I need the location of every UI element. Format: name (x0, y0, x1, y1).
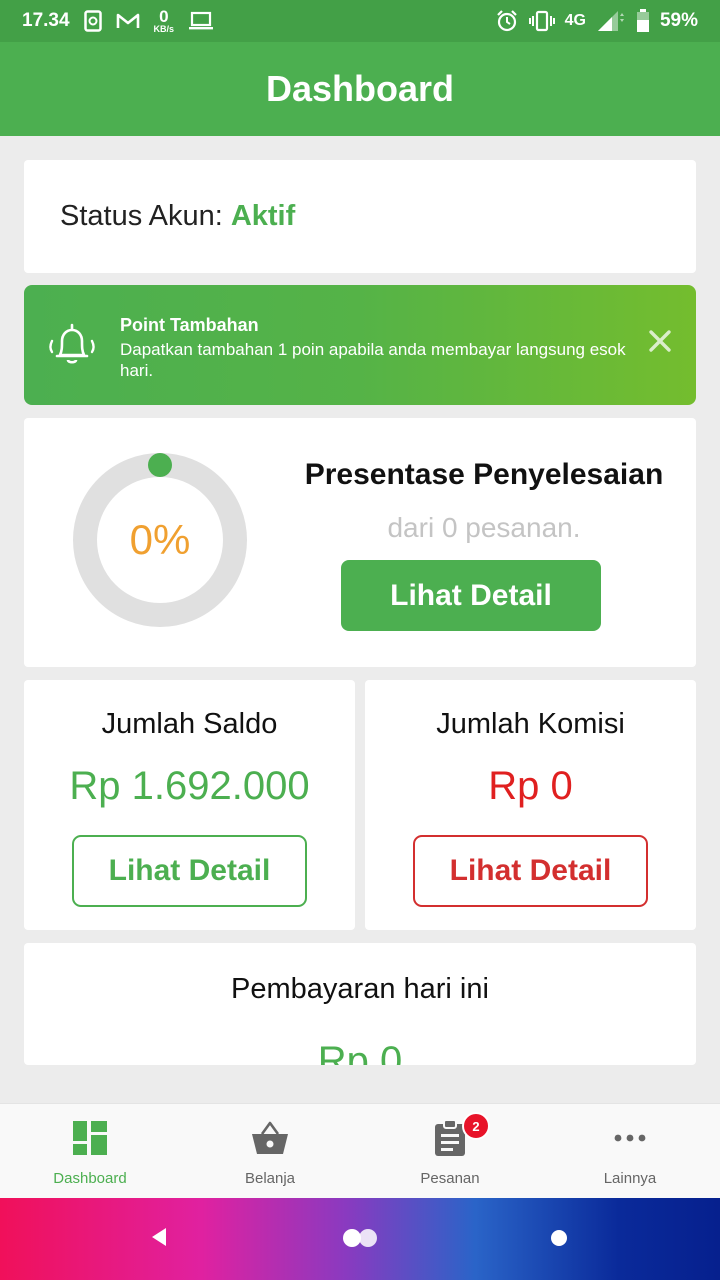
komisi-card: Jumlah Komisi Rp 0 Lihat Detail (365, 680, 696, 930)
nav-item-lainnya[interactable]: Lainnya (540, 1104, 720, 1198)
account-status-label: Status Akun: (60, 200, 223, 232)
laptop-icon (188, 11, 214, 31)
payment-today-value: Rp 0 (317, 1039, 403, 1065)
banner-text: Dapatkan tambahan 1 poin apabila anda me… (120, 340, 626, 380)
home-icon[interactable] (341, 1227, 379, 1254)
nav-label-dashboard: Dashboard (53, 1170, 127, 1187)
gmail-icon (116, 12, 140, 30)
saldo-detail-button[interactable]: Lihat Detail (72, 835, 307, 907)
vibrate-icon (528, 10, 555, 32)
nav-item-dashboard[interactable]: Dashboard (0, 1104, 180, 1198)
saldo-value: Rp 1.692.000 (69, 764, 310, 808)
dashboard-grid-icon (70, 1118, 110, 1158)
completion-title: Presentase Penyelesaian (304, 458, 664, 491)
pesanan-badge: 2 (462, 1112, 490, 1140)
back-icon[interactable] (150, 1226, 168, 1253)
saldo-title: Jumlah Saldo (101, 708, 278, 740)
banner-title: Point Tambahan (120, 315, 259, 335)
nav-label-lainnya: Lainnya (603, 1170, 657, 1187)
signal-icon (596, 10, 626, 32)
bottom-nav: Dashboard Belanja 2 Pesanan Lainnya (0, 1103, 720, 1198)
network-speed: 0 KB/s (153, 7, 175, 34)
completion-subtitle: dari 0 pesanan. (387, 512, 581, 543)
nav-item-pesanan[interactable]: 2 Pesanan (360, 1104, 540, 1198)
alarm-icon (495, 9, 519, 33)
point-banner: Point Tambahan Dapatkan tambahan 1 poin … (24, 285, 696, 405)
app-bar: Dashboard (0, 42, 720, 136)
notification-app-icon (83, 10, 102, 32)
shopping-basket-icon (250, 1118, 290, 1158)
payment-today-card: Pembayaran hari ini Rp 0 (24, 943, 696, 1065)
account-status-value: Aktif (230, 200, 296, 232)
completion-detail-button[interactable]: Lihat Detail (341, 560, 601, 631)
system-nav-bar (0, 1198, 720, 1280)
status-bar: 17.34 0 KB/s 4G 59% (0, 0, 720, 42)
nav-label-belanja: Belanja (244, 1170, 296, 1187)
close-icon[interactable] (648, 329, 672, 353)
completion-percent: 0% (129, 516, 191, 563)
bell-icon (46, 319, 98, 371)
battery-icon (636, 9, 650, 33)
komisi-value: Rp 0 (488, 764, 573, 808)
nav-label-pesanan: Pesanan (420, 1170, 480, 1187)
network-type: 4G (564, 12, 586, 29)
payment-today-title: Pembayaran hari ini (231, 973, 489, 1005)
battery-percent: 59% (659, 10, 698, 31)
status-time: 17.34 (22, 10, 70, 31)
saldo-card: Jumlah Saldo Rp 1.692.000 Lihat Detail (24, 680, 355, 930)
komisi-title: Jumlah Komisi (436, 708, 625, 740)
page-title: Dashboard (265, 68, 455, 109)
komisi-detail-button[interactable]: Lihat Detail (413, 835, 648, 907)
completion-card: 0% Presentase Penyelesaian dari 0 pesana… (24, 418, 696, 667)
nav-item-belanja[interactable]: Belanja (180, 1104, 360, 1198)
account-status-card: Status Akun: Aktif (24, 160, 696, 273)
recents-icon[interactable] (549, 1228, 569, 1253)
more-dots-icon (610, 1118, 650, 1158)
